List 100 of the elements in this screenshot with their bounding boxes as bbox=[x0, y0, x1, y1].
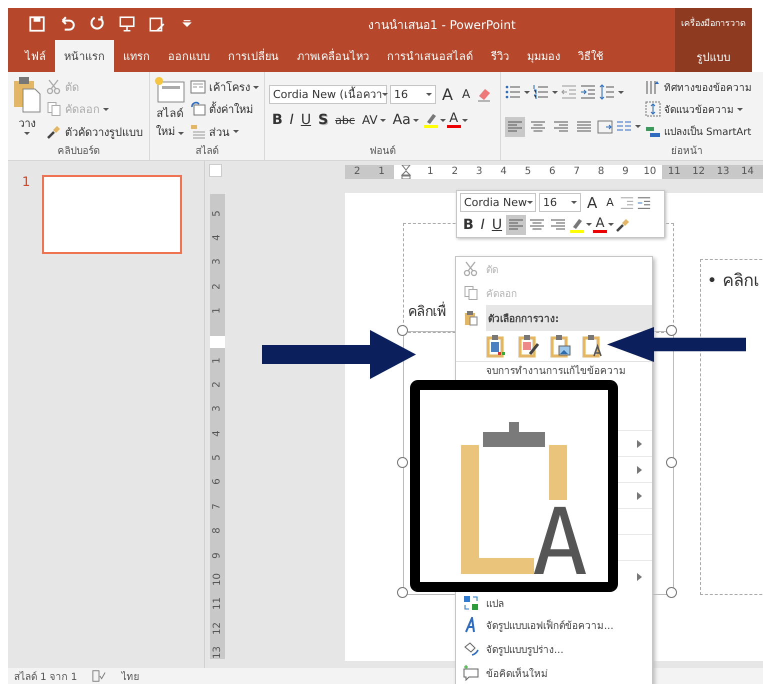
font-name-field[interactable]: Cordia New (เนื้อควา bbox=[269, 84, 387, 104]
font-size-field[interactable]: 16 bbox=[539, 193, 581, 212]
group-label: คลิปบอร์ด bbox=[56, 144, 100, 158]
caret-icon bbox=[608, 223, 614, 226]
window-title: งานนำเสนอ1 - PowerPoint bbox=[368, 16, 516, 34]
caret-icon bbox=[618, 90, 624, 94]
ribbon-tab[interactable]: หน้าแรก bbox=[55, 40, 114, 72]
ruler-number: 1 bbox=[377, 164, 386, 179]
format-button[interactable]: B bbox=[460, 216, 477, 233]
caret-icon bbox=[24, 132, 30, 135]
grow-font-button[interactable]: A bbox=[584, 194, 600, 212]
menu-item[interactable]: ข้อคิดเห็นใหม่ bbox=[456, 661, 652, 684]
paste-text-only-icon[interactable] bbox=[582, 334, 604, 358]
shrink-font-button[interactable]: A bbox=[603, 196, 617, 210]
ruler-number: 2 bbox=[212, 381, 223, 388]
brush-icon bbox=[615, 216, 632, 233]
ribbon-tab[interactable]: การเปลี่ยน bbox=[219, 40, 288, 72]
resize-handle[interactable] bbox=[666, 456, 677, 468]
caret-icon bbox=[103, 108, 109, 111]
ruler-number: 1 bbox=[212, 356, 223, 364]
align-text-icon bbox=[645, 101, 661, 118]
menu-item[interactable]: แปล bbox=[456, 593, 652, 613]
font-color-button[interactable]: A bbox=[593, 216, 608, 233]
resize-handle[interactable] bbox=[397, 586, 408, 598]
paste-button[interactable]: วาง bbox=[12, 76, 42, 143]
format-button[interactable]: abc bbox=[332, 114, 358, 126]
ruler-number: 4 bbox=[212, 430, 223, 436]
ruler-number: 8 bbox=[596, 164, 606, 179]
reset-button[interactable]: ตั้งค่าใหม่ bbox=[190, 100, 259, 118]
clipboard-icon bbox=[12, 76, 42, 114]
format-button[interactable]: U bbox=[298, 112, 314, 128]
bullets-icon bbox=[505, 84, 521, 100]
paste-picture-icon[interactable] bbox=[550, 334, 572, 358]
caret-icon bbox=[527, 201, 534, 204]
submenu-arrow-icon bbox=[637, 466, 642, 474]
change-case-button[interactable]: Aa bbox=[390, 112, 422, 128]
ruler-number: 1 bbox=[212, 307, 223, 314]
paste-brush-icon[interactable] bbox=[518, 334, 540, 358]
ruler-number: 10 bbox=[642, 164, 658, 179]
slide-thumbnail[interactable] bbox=[42, 174, 182, 254]
section-icon bbox=[190, 124, 206, 140]
reset-icon bbox=[190, 101, 206, 118]
resize-handle[interactable] bbox=[666, 324, 677, 336]
section-button[interactable]: ส่วน bbox=[190, 122, 259, 141]
ribbon-tab[interactable]: รีวิว bbox=[482, 40, 518, 72]
ribbon-tab[interactable]: มุมมอง bbox=[518, 40, 569, 72]
grow-font-button[interactable]: A bbox=[439, 84, 456, 104]
ruler-number: 11 bbox=[666, 164, 682, 179]
group-label: ย่อหน้า bbox=[670, 144, 704, 158]
resize-handle[interactable] bbox=[397, 324, 408, 336]
ribbon-tab[interactable]: ออกแบบ bbox=[159, 40, 219, 72]
align-text-button[interactable]: จัดแนวข้อความ bbox=[645, 101, 752, 118]
format-button[interactable]: S bbox=[315, 112, 332, 128]
text-direction-button[interactable]: ทิศทางของข้อความ bbox=[645, 79, 752, 96]
ribbon-tab[interactable]: วิธีใช้ bbox=[569, 40, 612, 72]
ruler-number: 3 bbox=[212, 406, 223, 412]
decrease-indent-icon bbox=[620, 196, 634, 210]
format-button[interactable]: I bbox=[478, 216, 488, 233]
caret-icon bbox=[462, 118, 468, 122]
font-name-field[interactable]: Cordia New bbox=[460, 193, 536, 212]
ruler-number: 9 bbox=[212, 552, 223, 558]
caret-icon bbox=[412, 118, 419, 122]
format-button[interactable]: B bbox=[269, 112, 286, 128]
align-lines-icon bbox=[508, 120, 522, 133]
align-button[interactable] bbox=[506, 214, 526, 235]
ruler-number: 6 bbox=[548, 164, 556, 179]
align-lines-icon bbox=[577, 120, 591, 133]
resize-handle[interactable] bbox=[397, 456, 408, 468]
resize-handle[interactable] bbox=[666, 586, 677, 598]
caret-icon bbox=[552, 90, 558, 94]
format-button[interactable]: I bbox=[286, 112, 297, 128]
font-color-button[interactable]: A bbox=[446, 112, 461, 128]
align-button[interactable] bbox=[505, 116, 525, 137]
menu-item[interactable]: จบการทำงานการแก้ไขข้อความ bbox=[456, 362, 652, 379]
copy-icon bbox=[46, 101, 62, 118]
ribbon-tab[interactable]: รูปแบบ bbox=[696, 48, 730, 66]
scissors-icon bbox=[46, 79, 62, 96]
ribbon-tab[interactable]: การนำเสนอสไลด์ bbox=[378, 40, 482, 72]
ribbon-tab[interactable]: แทรก bbox=[114, 40, 159, 72]
caret-icon bbox=[737, 108, 743, 111]
placeholder-text: • คลิกเ bbox=[707, 270, 760, 293]
layout-button[interactable]: เค้าโครง bbox=[190, 78, 259, 96]
ribbon-tab[interactable]: ไฟล์ bbox=[16, 40, 55, 72]
menu-item[interactable]: จัดรูปแบบเอฟเฟ็กต์ข้อความ... bbox=[456, 613, 652, 637]
save-icon bbox=[28, 15, 46, 33]
character-spacing-button[interactable]: AV bbox=[358, 113, 389, 127]
smartart-button[interactable]: แปลงเป็น SmartArt bbox=[645, 124, 752, 140]
touch-mode-icon bbox=[148, 15, 166, 33]
menu-item[interactable]: จัดรูปแบบรูปร่าง... bbox=[456, 637, 652, 661]
paste-keep-formatting-icon[interactable] bbox=[486, 334, 508, 358]
caret-icon bbox=[233, 130, 239, 134]
shrink-font-button[interactable]: A bbox=[458, 87, 474, 101]
highlighter-icon bbox=[422, 112, 439, 128]
font-size-field[interactable]: 16 bbox=[390, 84, 436, 104]
format-button[interactable]: U bbox=[488, 216, 506, 233]
line-spacing-icon bbox=[599, 84, 615, 100]
language-indicator[interactable]: ไทย bbox=[121, 668, 140, 684]
ribbon-tab[interactable]: ภาพเคลื่อนไหว bbox=[288, 40, 378, 72]
format-painter-button[interactable]: ตัวคัดวางรูปแบบ bbox=[46, 122, 143, 141]
new-slide-button[interactable]: สไลด์ ใหม่ bbox=[154, 76, 186, 143]
